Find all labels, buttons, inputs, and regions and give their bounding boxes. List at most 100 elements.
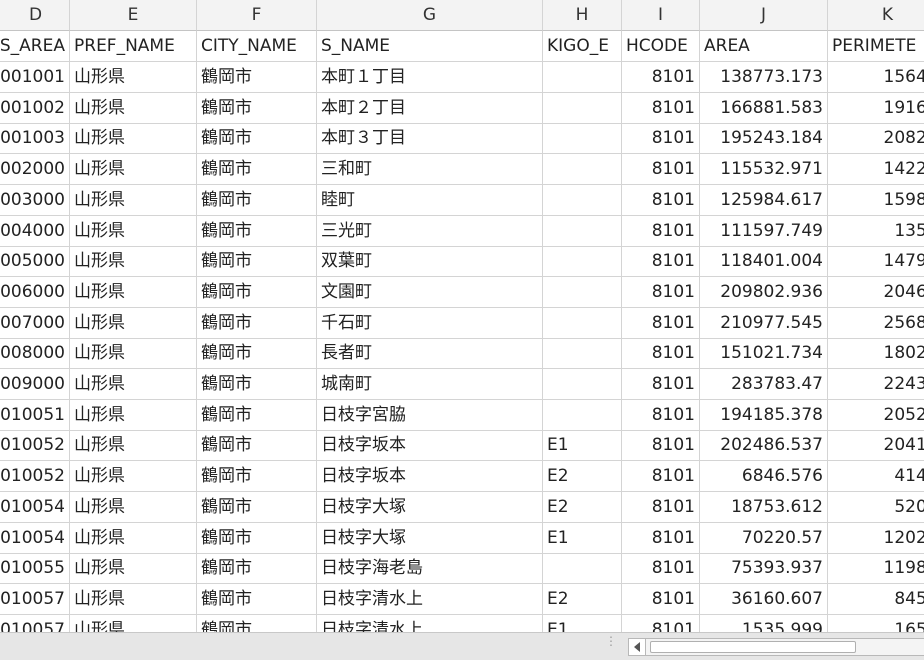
cell-D[interactable]: 007000 — [0, 307, 70, 339]
cell-H[interactable]: E1 — [543, 430, 622, 462]
cell-G[interactable]: 本町２丁目 — [317, 92, 543, 124]
cell-G[interactable]: 日枝字大塚 — [317, 522, 543, 554]
cell-F[interactable]: 鶴岡市 — [197, 614, 317, 632]
cell-I[interactable]: 8101 — [622, 246, 700, 278]
cell-K[interactable]: 1358. — [828, 216, 924, 247]
cell-I[interactable]: 8101 — [622, 522, 700, 554]
cell-I[interactable]: 8101 — [622, 62, 700, 93]
cell-K[interactable]: 1802.8 — [828, 338, 924, 370]
cell-J[interactable]: 115532.971 — [700, 154, 828, 186]
cell-D[interactable]: 001001 — [0, 62, 70, 93]
cell-K[interactable]: 1916.6 — [828, 93, 924, 124]
cell-I[interactable]: 8101 — [622, 491, 700, 523]
cell-I[interactable]: 8101 — [622, 369, 700, 400]
cell-F[interactable]: 鶴岡市 — [197, 215, 317, 247]
cell-E[interactable]: 山形県 — [70, 123, 197, 155]
cell-F[interactable]: 鶴岡市 — [197, 461, 317, 493]
cell-I[interactable]: 8101 — [622, 123, 700, 155]
cell-D[interactable]: 010051 — [0, 399, 70, 431]
cell-D[interactable]: 001003 — [0, 123, 70, 155]
horizontal-scroll-track[interactable] — [646, 638, 924, 656]
cell-G[interactable]: 日枝字海老島 — [317, 553, 543, 585]
cell-J[interactable]: 283783.47 — [700, 369, 828, 400]
cell-G[interactable]: 長者町 — [317, 338, 543, 370]
field-cell-G[interactable]: S_NAME — [317, 31, 543, 62]
cell-D[interactable]: 010057 — [0, 614, 70, 632]
cell-H[interactable] — [543, 215, 622, 247]
cell-E[interactable]: 山形県 — [70, 154, 197, 186]
cell-D[interactable]: 005000 — [0, 246, 70, 278]
cell-J[interactable]: 210977.545 — [700, 307, 828, 339]
cell-K[interactable]: 1564.9 — [828, 62, 924, 93]
column-header-G[interactable]: G — [317, 0, 543, 31]
cell-F[interactable]: 鶴岡市 — [197, 246, 317, 278]
cell-I[interactable]: 8101 — [622, 614, 700, 632]
cell-K[interactable]: 2568.5 — [828, 308, 924, 339]
cell-F[interactable]: 鶴岡市 — [197, 276, 317, 308]
column-header-H[interactable]: H — [543, 0, 622, 31]
cell-H[interactable]: E1 — [543, 522, 622, 554]
cell-J[interactable]: 125984.617 — [700, 184, 828, 216]
cell-G[interactable]: 三光町 — [317, 215, 543, 247]
cell-F[interactable]: 鶴岡市 — [197, 92, 317, 124]
cell-E[interactable]: 山形県 — [70, 461, 197, 493]
cell-I[interactable]: 8101 — [622, 583, 700, 615]
cell-E[interactable]: 山形県 — [70, 338, 197, 370]
cell-I[interactable]: 8101 — [622, 399, 700, 431]
cell-K[interactable]: 2046.5 — [828, 277, 924, 308]
cell-I[interactable]: 8101 — [622, 215, 700, 247]
cell-D[interactable]: 003000 — [0, 184, 70, 216]
cell-D[interactable]: 004000 — [0, 215, 70, 247]
cell-G[interactable]: 日枝字坂本 — [317, 430, 543, 462]
cell-I[interactable]: 8101 — [622, 276, 700, 308]
cell-D[interactable]: 010054 — [0, 522, 70, 554]
cell-F[interactable]: 鶴岡市 — [197, 491, 317, 523]
cell-H[interactable] — [543, 369, 622, 400]
cell-D[interactable]: 009000 — [0, 369, 70, 400]
cell-H[interactable] — [543, 399, 622, 431]
cell-H[interactable] — [543, 184, 622, 216]
cell-G[interactable]: 日枝字大塚 — [317, 491, 543, 523]
cell-G[interactable]: 三和町 — [317, 154, 543, 186]
cell-E[interactable]: 山形県 — [70, 491, 197, 523]
cell-H[interactable] — [543, 553, 622, 585]
cell-F[interactable]: 鶴岡市 — [197, 553, 317, 585]
cell-H[interactable] — [543, 154, 622, 186]
cell-I[interactable]: 8101 — [622, 92, 700, 124]
cell-K[interactable]: 2052.0 — [828, 400, 924, 431]
horizontal-scroll-thumb[interactable] — [650, 641, 856, 653]
cell-G[interactable]: 日枝字清水上 — [317, 614, 543, 632]
cell-H[interactable]: E1 — [543, 614, 622, 632]
column-header-E[interactable]: E — [70, 0, 197, 31]
cell-E[interactable]: 山形県 — [70, 399, 197, 431]
cell-I[interactable]: 8101 — [622, 184, 700, 216]
cell-E[interactable]: 山形県 — [70, 522, 197, 554]
cell-G[interactable]: 本町３丁目 — [317, 123, 543, 155]
cell-D[interactable]: 008000 — [0, 338, 70, 370]
cell-D[interactable]: 010057 — [0, 583, 70, 615]
cell-D[interactable]: 002000 — [0, 154, 70, 186]
cell-J[interactable]: 118401.004 — [700, 246, 828, 278]
cell-J[interactable]: 194185.378 — [700, 399, 828, 431]
field-cell-E[interactable]: PREF_NAME — [70, 31, 197, 62]
cell-F[interactable]: 鶴岡市 — [197, 369, 317, 400]
cell-K[interactable]: 1422.0 — [828, 154, 924, 186]
column-header-K[interactable]: K — [828, 0, 924, 31]
cell-J[interactable]: 209802.936 — [700, 276, 828, 308]
cell-F[interactable]: 鶴岡市 — [197, 430, 317, 462]
field-cell-J[interactable]: AREA — [700, 31, 828, 62]
cell-J[interactable]: 151021.734 — [700, 338, 828, 370]
cell-G[interactable]: 双葉町 — [317, 246, 543, 278]
column-header-I[interactable]: I — [622, 0, 700, 31]
cell-G[interactable]: 本町１丁目 — [317, 62, 543, 93]
column-header-J[interactable]: J — [700, 0, 828, 31]
cell-F[interactable]: 鶴岡市 — [197, 62, 317, 93]
cell-H[interactable]: E2 — [543, 583, 622, 615]
cell-I[interactable]: 8101 — [622, 430, 700, 462]
cell-D[interactable]: 010054 — [0, 491, 70, 523]
cell-K[interactable]: 1598.9 — [828, 185, 924, 216]
cell-F[interactable]: 鶴岡市 — [197, 123, 317, 155]
cell-I[interactable]: 8101 — [622, 553, 700, 585]
cell-E[interactable]: 山形県 — [70, 92, 197, 124]
cell-K[interactable]: 2243.9 — [828, 369, 924, 400]
